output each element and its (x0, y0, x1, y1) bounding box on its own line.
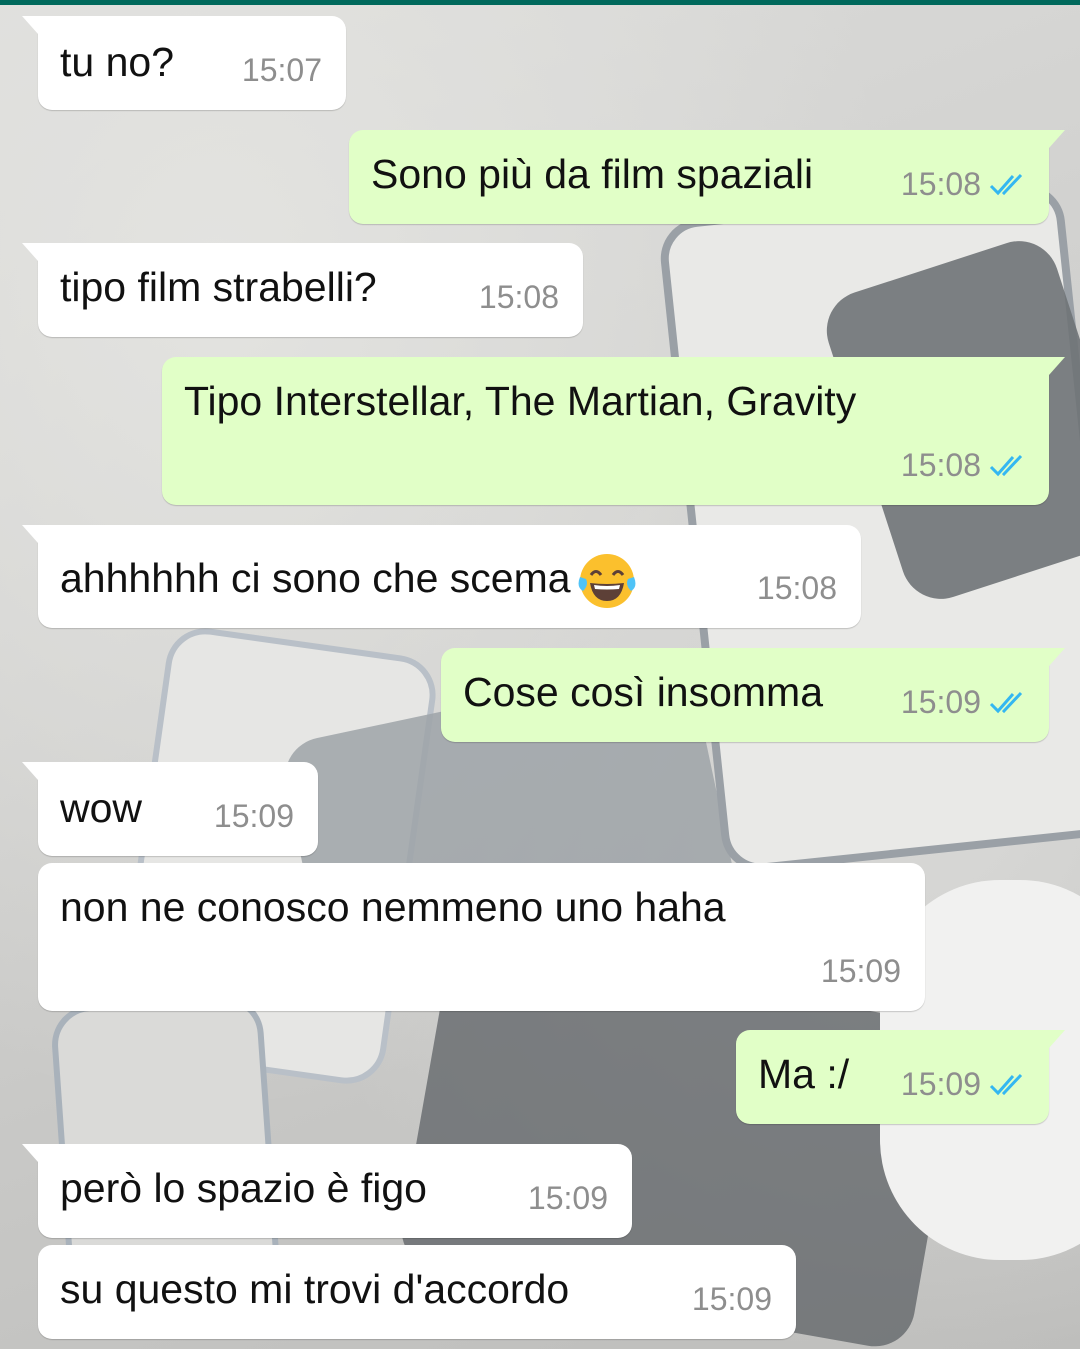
outgoing-message-bubble[interactable]: Tipo Interstellar, The Martian, Gravity … (162, 357, 1065, 505)
message-text: ahhhhhh ci sono che scema (60, 551, 637, 611)
message-time-label: 15:08 (900, 166, 981, 202)
incoming-message-bubble[interactable]: tipo film strabelli? 15:08 (22, 243, 583, 337)
message-time: 15:07 (242, 46, 322, 94)
outgoing-message-bubble[interactable]: Ma :/ 15:09 (736, 1030, 1065, 1124)
incoming-message-bubble[interactable]: tu no? 15:07 (22, 16, 346, 110)
message-text-content: ahhhhhh ci sono che scema (60, 554, 571, 601)
message-time: 15:08 (901, 441, 1029, 489)
message-text: però lo spazio è figo (60, 1165, 427, 1211)
incoming-message-bubble[interactable]: wow 15:09 (22, 762, 318, 856)
message-time: 15:08 (479, 273, 559, 321)
read-receipt-icon (989, 691, 1023, 714)
message-text: tipo film strabelli? (60, 264, 377, 310)
message-text: Ma :/ (758, 1051, 850, 1097)
message-time: 15:08 (901, 160, 1029, 208)
message-text: tu no? (60, 39, 174, 85)
app-bar-edge (0, 0, 1080, 5)
message-time-label: 15:09 (820, 953, 901, 989)
message-text: non ne conosco nemmeno uno haha (60, 884, 726, 930)
message-text: wow (60, 785, 143, 831)
incoming-message-bubble[interactable]: ahhhhhh ci sono che scema 15:08 (22, 525, 861, 628)
message-time-label: 15:09 (900, 1066, 981, 1102)
message-time: 15:09 (692, 1275, 772, 1323)
read-receipt-icon (989, 1073, 1023, 1096)
incoming-message-bubble[interactable]: non ne conosco nemmeno uno haha 15:09 (38, 863, 925, 1011)
message-text: su questo mi trovi d'accordo (60, 1266, 570, 1312)
message-text: Cose così insomma (463, 669, 824, 715)
message-time-label: 15:08 (478, 279, 559, 315)
message-time: 15:09 (214, 792, 294, 840)
message-text: Sono più da film spaziali (371, 151, 814, 197)
incoming-message-bubble[interactable]: però lo spazio è figo 15:09 (22, 1144, 632, 1238)
message-time: 15:09 (528, 1174, 608, 1222)
read-receipt-icon (989, 454, 1023, 477)
message-time-label: 15:08 (900, 447, 981, 483)
message-time-label: 15:09 (527, 1180, 608, 1216)
message-time: 15:09 (901, 1060, 1029, 1108)
message-text: Tipo Interstellar, The Martian, Gravity (184, 378, 857, 424)
message-time-label: 15:07 (241, 52, 322, 88)
message-time: 15:09 (901, 678, 1029, 726)
message-time: 15:08 (757, 564, 837, 612)
message-time: 15:09 (821, 947, 901, 995)
outgoing-message-bubble[interactable]: Cose così insomma 15:09 (441, 648, 1065, 742)
incoming-message-bubble[interactable]: su questo mi trovi d'accordo 15:09 (38, 1245, 796, 1339)
message-time-label: 15:09 (900, 684, 981, 720)
message-time-label: 15:09 (213, 798, 294, 834)
message-time-label: 15:08 (756, 570, 837, 606)
laughing-tears-emoji-icon (578, 554, 636, 608)
read-receipt-icon (989, 173, 1023, 196)
outgoing-message-bubble[interactable]: Sono più da film spaziali 15:08 (349, 130, 1065, 224)
message-time-label: 15:09 (691, 1281, 772, 1317)
